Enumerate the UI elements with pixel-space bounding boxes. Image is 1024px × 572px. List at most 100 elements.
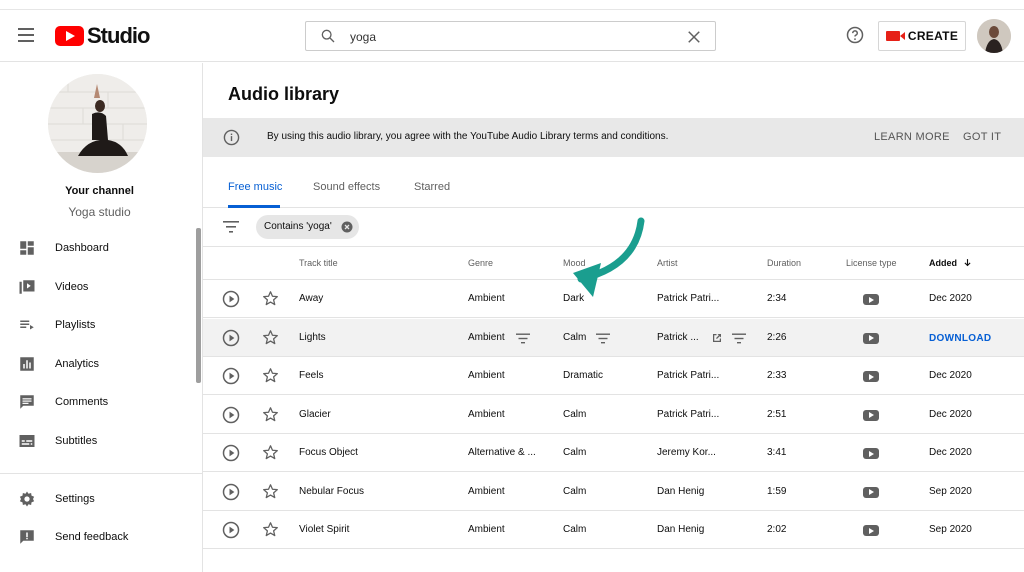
track-genre: Ambient — [468, 331, 505, 343]
column-header-license-type[interactable]: License type — [846, 258, 897, 268]
studio-logo[interactable]: Studio — [55, 23, 150, 48]
filter-chip[interactable]: Contains 'yoga' — [256, 215, 359, 239]
sidebar-scrollbar[interactable] — [196, 228, 201, 383]
play-icon[interactable] — [222, 483, 240, 501]
channel-portrait-icon — [48, 74, 147, 173]
play-icon[interactable] — [222, 444, 240, 462]
track-duration: 2:51 — [767, 408, 787, 420]
star-icon[interactable] — [262, 367, 279, 384]
tab-sound-effects[interactable]: Sound effects — [313, 181, 380, 193]
star-icon[interactable] — [262, 521, 279, 538]
sidebar-item-comments[interactable]: Comments — [0, 385, 196, 419]
sidebar-item-subtitles[interactable]: Subtitles — [0, 424, 196, 458]
search-icon — [321, 29, 335, 43]
star-icon[interactable] — [262, 483, 279, 500]
star-icon[interactable] — [262, 444, 279, 461]
track-artist: Dan Henig — [657, 485, 705, 497]
filter-icon[interactable] — [223, 220, 239, 234]
track-title: Nebular Focus — [299, 485, 365, 497]
dashboard-icon — [20, 241, 34, 255]
sidebar-item-videos[interactable]: Videos — [0, 270, 196, 304]
gear-icon — [19, 491, 35, 507]
track-mood: Calm — [563, 408, 587, 420]
learn-more-button[interactable]: LEARN MORE — [874, 131, 950, 143]
sidebar-item-settings[interactable]: Settings — [0, 482, 196, 516]
arrow-down-icon — [963, 259, 971, 267]
sidebar-item-label: Dashboard — [55, 242, 109, 254]
play-icon[interactable] — [222, 406, 240, 424]
sidebar-item-dashboard[interactable]: Dashboard — [0, 231, 196, 265]
youtube-license-icon — [863, 409, 879, 421]
youtube-license-icon — [863, 525, 879, 536]
comments-icon — [20, 395, 34, 409]
column-header-artist[interactable]: Artist — [657, 258, 678, 268]
column-header-duration[interactable]: Duration — [767, 258, 801, 268]
sidebar-item-label: Comments — [55, 396, 109, 408]
subtitles-icon — [19, 435, 35, 447]
star-icon[interactable] — [262, 329, 279, 346]
track-artist: Patrick Patri... — [657, 370, 720, 381]
external-link-icon[interactable] — [711, 332, 723, 344]
create-label: CREATE — [907, 29, 959, 43]
filter-similar-icon[interactable] — [596, 333, 610, 344]
notice-text: By using this audio library, you agree w… — [267, 131, 669, 142]
column-header-track-title[interactable]: Track title — [299, 258, 338, 268]
track-artist: Patrick Patri... — [657, 293, 720, 304]
sidebar-item-send-feedback[interactable]: Send feedback — [0, 520, 196, 554]
play-icon[interactable] — [222, 329, 240, 347]
sidebar-item-playlists[interactable]: Playlists — [0, 308, 196, 342]
sidebar-item-label: Playlists — [55, 319, 96, 331]
track-mood: Calm — [563, 331, 587, 343]
sidebar-item-label: Analytics — [55, 358, 100, 370]
tabs-bar: Free music Sound effects Starred — [203, 171, 1024, 208]
help-icon[interactable] — [846, 26, 864, 44]
search-input[interactable] — [350, 27, 670, 47]
table-row[interactable]: Violet Spirit Ambient Calm Dan Henig 2:0… — [203, 511, 1024, 549]
account-avatar[interactable] — [977, 19, 1011, 53]
table-row[interactable]: Lights Ambient Calm Patrick ... 2:26 DOW… — [203, 318, 1024, 357]
your-channel-label: Your channel — [65, 185, 134, 197]
table-row[interactable]: Focus Object Alternative & ... Calm Jere… — [203, 434, 1024, 472]
column-header-genre[interactable]: Genre — [468, 258, 493, 268]
table-row[interactable]: Glacier Ambient Calm Patrick Patri... 2:… — [203, 395, 1024, 434]
menu-icon[interactable] — [18, 28, 34, 42]
track-mood: Dramatic — [563, 370, 604, 381]
search-box[interactable] — [305, 21, 716, 51]
column-header-added[interactable]: Added — [929, 258, 972, 268]
video-camera-icon — [885, 31, 905, 41]
column-header-added-label: Added — [929, 258, 957, 268]
close-icon[interactable] — [685, 28, 703, 46]
sidebar-item-analytics[interactable]: Analytics — [0, 347, 196, 381]
track-genre: Ambient — [468, 485, 505, 497]
track-title: Lights — [299, 331, 326, 343]
star-icon[interactable] — [262, 406, 279, 423]
track-artist: Patrick Patri... — [657, 408, 720, 420]
channel-name: Yoga studio — [68, 205, 131, 219]
tab-starred[interactable]: Starred — [414, 181, 450, 193]
track-added: Dec 2020 — [929, 370, 972, 381]
got-it-button[interactable]: GOT IT — [963, 131, 1001, 143]
table-row[interactable]: Nebular Focus Ambient Calm Dan Henig 1:5… — [203, 472, 1024, 511]
track-duration: 2:33 — [767, 370, 787, 381]
play-icon[interactable] — [222, 290, 240, 308]
track-added: Dec 2020 — [929, 447, 972, 458]
track-duration: 1:59 — [767, 485, 787, 497]
channel-avatar[interactable] — [48, 74, 147, 173]
table-row[interactable]: Feels Ambient Dramatic Patrick Patri... … — [203, 357, 1024, 395]
filter-similar-icon[interactable] — [516, 333, 530, 344]
filter-similar-icon[interactable] — [732, 333, 746, 344]
window-top-edge — [0, 0, 1024, 10]
track-title: Focus Object — [299, 447, 358, 458]
remove-filter-icon[interactable] — [341, 221, 353, 233]
play-icon[interactable] — [222, 367, 240, 385]
filter-chip-label: Contains 'yoga' — [264, 221, 332, 232]
tab-free-music[interactable]: Free music — [228, 181, 282, 193]
play-icon[interactable] — [222, 521, 240, 539]
create-button[interactable]: CREATE — [878, 21, 966, 51]
youtube-license-icon — [863, 448, 879, 459]
track-genre: Ambient — [468, 293, 505, 304]
download-button[interactable]: DOWNLOAD — [929, 333, 991, 344]
star-icon[interactable] — [262, 290, 279, 307]
videos-icon — [19, 280, 35, 294]
sidebar-item-label: Videos — [55, 281, 89, 293]
